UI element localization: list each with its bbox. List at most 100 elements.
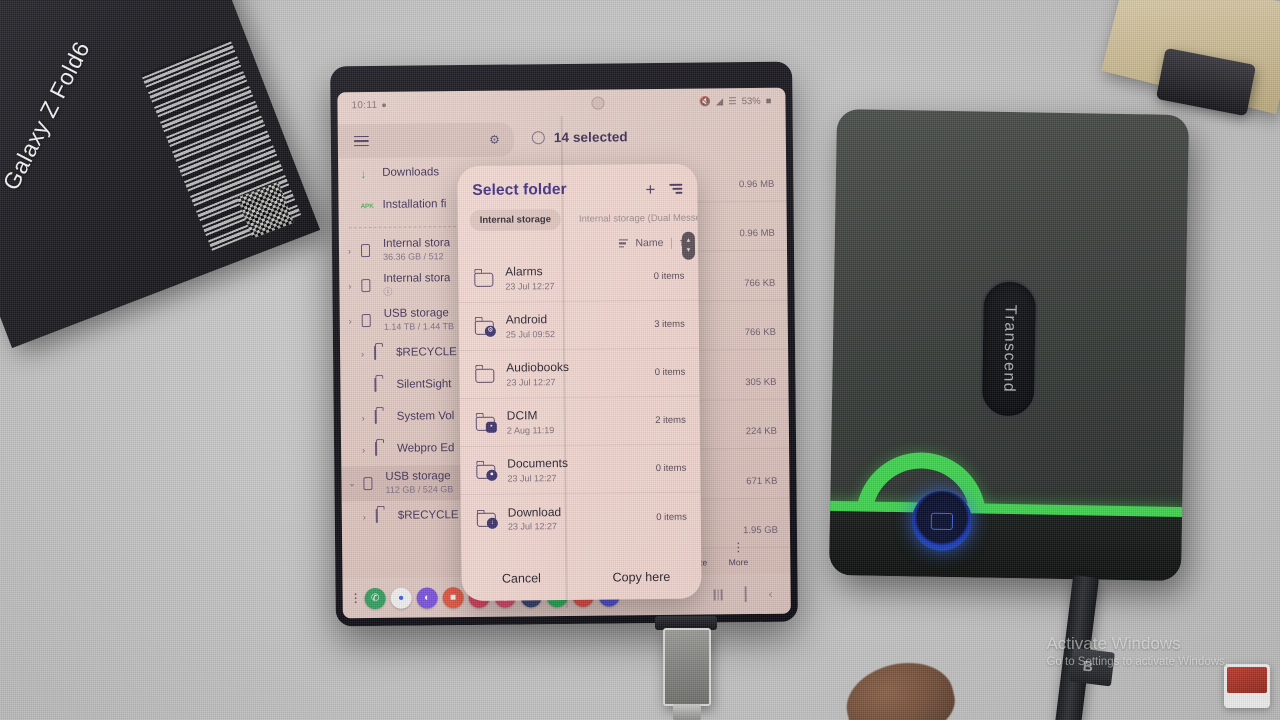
folder-item-count: 0 items	[654, 366, 686, 379]
folder-icon	[475, 364, 495, 383]
phone-icon	[360, 243, 376, 258]
more-button[interactable]: ⋮ More	[716, 540, 760, 568]
dialog-header: Select folder +	[457, 164, 697, 207]
hamburger-menu-icon[interactable]	[353, 135, 369, 147]
folder-icon	[375, 508, 391, 524]
copy-here-button[interactable]: Copy here	[581, 570, 701, 585]
chevron-right-icon[interactable]: ›	[360, 512, 369, 522]
folder-row[interactable]: ▪ DCIM 2 Aug 11:19 2 items	[459, 396, 701, 448]
chevron-right-icon[interactable]: ›	[345, 281, 354, 291]
desk-object-top	[1227, 667, 1267, 693]
more-vertical-icon: ⋮	[732, 540, 745, 555]
galaxy-zfold6-phone: 10:11 ● 🔇 ◢ ☰ 53% ■ ⚙ › ↓ Downloads › APK Ins…	[330, 61, 798, 627]
internet-app[interactable]: ◐	[416, 586, 438, 609]
sidebar-item-sublabel: 112 GB / 524 GB	[385, 484, 454, 496]
phone-screen[interactable]: 10:11 ● 🔇 ◢ ☰ 53% ■ ⚙ › ↓ Downloads › APK Ins…	[337, 87, 791, 619]
location-pin-icon: ●	[381, 99, 387, 110]
chevron-right-icon[interactable]: ›	[359, 445, 368, 455]
notes-app[interactable]: ■	[442, 586, 464, 608]
folder-icon	[474, 268, 494, 287]
cancel-button[interactable]: Cancel	[461, 571, 581, 586]
folder-text: Audiobooks 23 Jul 12:27	[506, 359, 644, 387]
back-button[interactable]: ‹	[769, 587, 773, 601]
dialog-footer: Cancel Copy here	[461, 555, 701, 602]
chevron-right-icon[interactable]: ⌄	[347, 478, 356, 489]
folder-row[interactable]: ↓ Download 23 Jul 12:27 0 items	[461, 493, 701, 544]
folder-date: 25 Jul 09:52	[505, 328, 555, 340]
sidebar-item-label: Downloads	[382, 166, 440, 180]
battery-label: 53%	[741, 95, 761, 107]
chevron-right-icon[interactable]: ›	[345, 246, 354, 256]
select-all-checkbox[interactable]	[531, 130, 545, 144]
mute-icon: 🔇	[698, 95, 711, 108]
folder-icon: ↓	[476, 509, 498, 529]
folder-date: 23 Jul 12:27	[507, 472, 557, 484]
download-icon: ↓	[360, 166, 367, 181]
dock-handle-icon[interactable]	[354, 593, 357, 604]
phone-app[interactable]: ✆	[364, 587, 386, 609]
tab-internal-storage-dual[interactable]: Internal storage (Dual Messer	[569, 207, 698, 230]
scroll-up-icon: ▲	[685, 237, 692, 244]
folder-name: DCIM	[506, 408, 538, 423]
chevron-right-icon[interactable]: ›	[346, 316, 355, 326]
folder-icon	[374, 377, 389, 393]
sort-row: Name ↑ ▲ ▼	[458, 231, 698, 260]
action-label: More	[728, 557, 749, 568]
storage-tabs: Internal storage Internal storage (Dual …	[458, 204, 698, 234]
usb-icon	[363, 476, 378, 491]
folder-row[interactable]: ● Documents 23 Jul 12:27 0 items	[460, 444, 701, 496]
sort-icon[interactable]	[619, 239, 629, 248]
front-camera	[591, 96, 605, 110]
folder-name: Download	[507, 504, 562, 520]
folder-name: Android	[505, 312, 548, 327]
folder-item-count: 0 items	[656, 511, 687, 523]
messages-app[interactable]: ●	[390, 587, 412, 609]
folder-text: Alarms 23 Jul 12:27	[505, 263, 643, 292]
usb-c-connector-tip	[673, 704, 701, 720]
folder-badge-icon: ⚙	[484, 325, 496, 337]
apk-icon: APK	[360, 202, 374, 210]
transcend-external-drive: Transcend	[828, 108, 1190, 582]
folder-icon: ⚙	[474, 316, 496, 337]
folder-badge-icon: ▪	[485, 421, 497, 433]
folder-text: Download 23 Jul 12:27	[508, 504, 646, 532]
home-button[interactable]	[744, 586, 747, 603]
gear-icon[interactable]: ⚙	[489, 133, 500, 147]
scrollbar-thumb[interactable]: ▲ ▼	[681, 231, 696, 260]
chevron-right-icon[interactable]: ›	[358, 349, 367, 359]
plus-icon[interactable]: +	[645, 180, 655, 199]
drive-brand-label: Transcend	[1000, 304, 1019, 394]
folder-item-count: 3 items	[654, 318, 685, 331]
folder-date: 2 Aug 11:19	[506, 424, 555, 436]
selected-count-label: 14 selected	[553, 128, 628, 145]
sort-field-label[interactable]: Name	[635, 237, 663, 249]
folder-name: Documents	[507, 456, 569, 471]
sidebar-toolbar: ⚙	[337, 122, 515, 159]
sidebar-item-label: USB storage	[383, 307, 449, 320]
folder-row[interactable]: ⚙ Android 25 Jul 09:52 3 items	[458, 300, 700, 352]
folder-row[interactable]: Alarms 23 Jul 12:27 0 items	[458, 252, 699, 304]
selection-header: 14 selected	[524, 118, 786, 155]
sidebar-item-label: Internal stora	[382, 237, 451, 250]
drive-bottom-bezel	[828, 510, 1183, 582]
divider	[670, 237, 672, 249]
folder-item-count: 2 items	[655, 414, 686, 427]
sidebar-item-label: $RECYCLE	[397, 509, 459, 523]
sidebar-item-label: Webpro Ed	[397, 442, 455, 456]
folder-icon	[374, 409, 390, 425]
sidebar-item-label: Internal stora	[383, 272, 451, 285]
tab-internal-storage[interactable]: Internal storage	[469, 209, 562, 231]
dialog-title: Select folder	[472, 180, 567, 199]
battery-icon: ■	[765, 95, 772, 107]
folder-item-count: 0 items	[653, 270, 685, 283]
folder-name: Audiobooks	[506, 360, 570, 375]
folder-row[interactable]: Audiobooks 23 Jul 12:27 0 items	[459, 348, 700, 400]
recents-button[interactable]	[713, 588, 723, 600]
galaxy-box-label: Galaxy Z Fold6	[0, 37, 95, 195]
chevron-right-icon[interactable]: ›	[359, 413, 368, 423]
list-menu-icon[interactable]	[669, 184, 683, 194]
scroll-down-icon: ▼	[685, 247, 692, 254]
sidebar-item-label: SilentSight	[396, 378, 452, 392]
folder-item-count: 0 items	[655, 462, 687, 475]
folder-icon	[374, 345, 389, 361]
